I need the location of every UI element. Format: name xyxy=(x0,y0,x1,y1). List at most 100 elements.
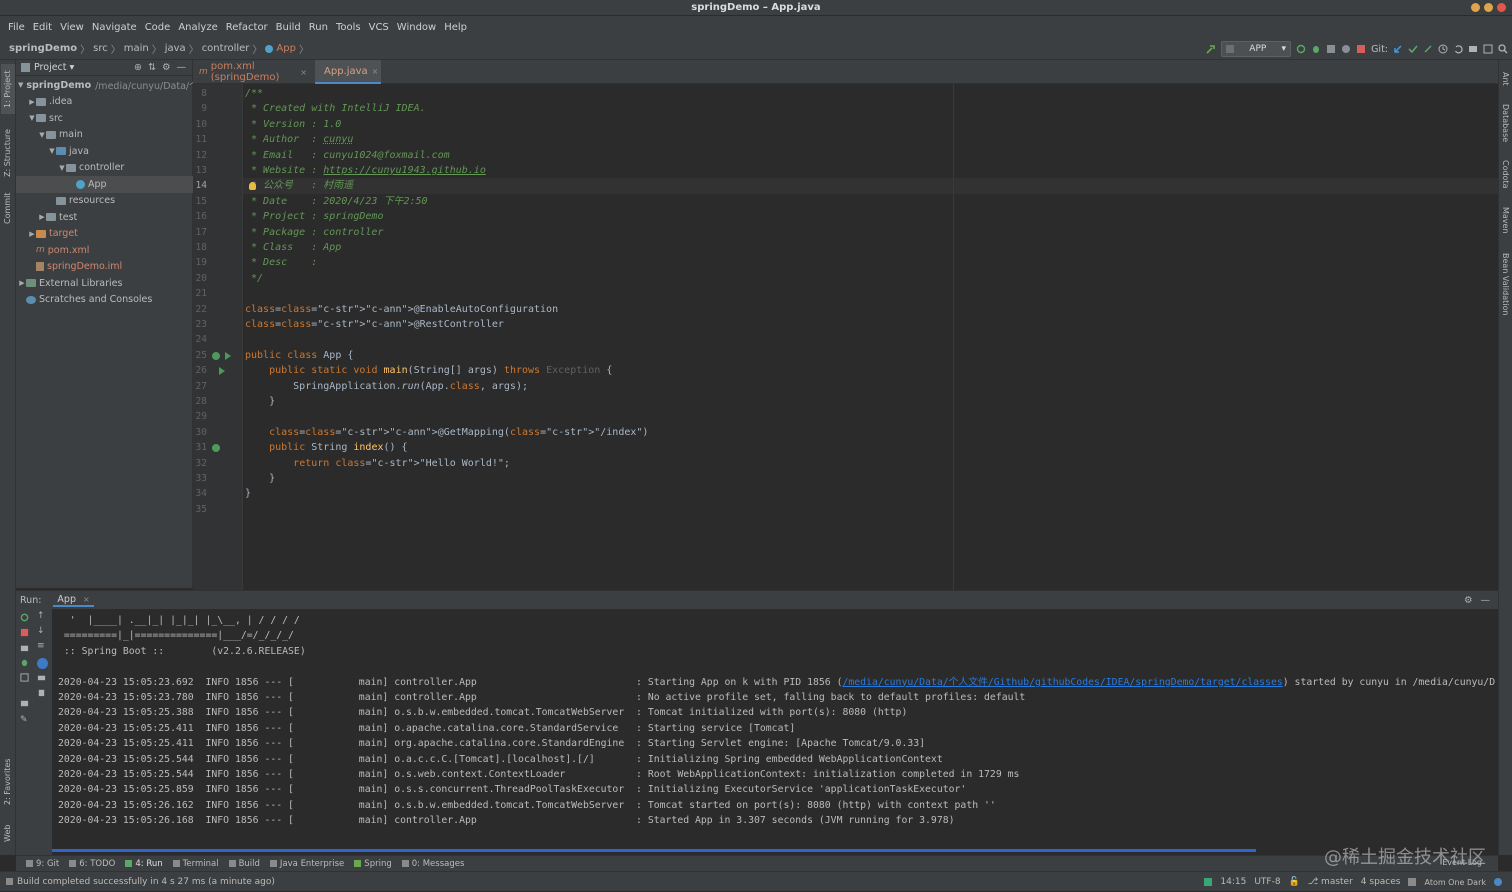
menu-run[interactable]: Run xyxy=(305,22,332,33)
collapsed-arrow-icon[interactable]: ▶ xyxy=(38,213,46,221)
theme-name[interactable]: Atom One Dark xyxy=(1424,878,1486,887)
gear-icon[interactable]: ⚙ xyxy=(162,62,171,73)
close-icon[interactable]: × xyxy=(372,67,379,76)
coverage-icon[interactable] xyxy=(1326,44,1336,54)
tab-messages[interactable]: 0: Messages xyxy=(401,859,464,869)
code-line[interactable]: } xyxy=(245,486,251,501)
code-line[interactable]: * 公众号 : 村雨遥 xyxy=(245,178,353,193)
tree-item-test[interactable]: ▶ test xyxy=(16,209,193,226)
project-structure-icon[interactable] xyxy=(1468,44,1478,54)
profile-icon[interactable] xyxy=(1341,44,1351,54)
code-line[interactable]: class=class="c-str">"c-ann">@GetMapping(… xyxy=(245,425,648,440)
intention-bulb-icon[interactable] xyxy=(249,182,256,191)
menu-vcs[interactable]: VCS xyxy=(365,22,393,33)
menu-window[interactable]: Window xyxy=(393,22,440,33)
code-line[interactable]: * Class : App xyxy=(245,240,341,255)
soft-wrap-icon[interactable]: ≡ xyxy=(37,641,46,651)
git-push-icon[interactable] xyxy=(1423,44,1433,54)
maven-tool-tab[interactable]: Maven xyxy=(1498,200,1512,240)
console-output[interactable]: ' |____| .__|_| |_|_| |_\__, | / / / / =… xyxy=(58,609,1498,839)
exit-icon[interactable] xyxy=(20,673,29,682)
stop-icon[interactable] xyxy=(20,628,29,637)
code-line[interactable]: public String index() { xyxy=(245,440,408,455)
close-icon[interactable]: × xyxy=(300,68,307,77)
favorites-tool-tab[interactable]: 2: Favorites xyxy=(1,752,15,812)
collapse-all-icon[interactable]: ⇅ xyxy=(148,62,156,73)
run-tab-app[interactable]: App × xyxy=(53,594,94,607)
print-icon[interactable] xyxy=(37,673,46,682)
code-line[interactable]: class=class="c-str">"c-ann">@EnableAutoC… xyxy=(245,302,558,317)
tree-item-springdemo[interactable]: ▼springDemo/media/cunyu/Data/个人 xyxy=(16,77,193,94)
close-button[interactable] xyxy=(1497,3,1506,12)
breadcrumb-app[interactable]: App xyxy=(276,43,296,54)
stop-icon[interactable] xyxy=(1356,44,1366,54)
build-hammer-icon[interactable] xyxy=(1206,44,1216,54)
arrow-up-icon[interactable]: ↑ xyxy=(37,611,46,621)
breadcrumb-src[interactable]: src xyxy=(93,43,108,54)
tree-item-controller[interactable]: ▼ controller xyxy=(16,160,193,177)
tree-item-external-libraries[interactable]: ▶ External Libraries xyxy=(16,275,193,292)
trash-icon[interactable] xyxy=(37,688,46,697)
tab-run[interactable]: 4: Run xyxy=(125,859,163,869)
expanded-arrow-icon[interactable]: ▼ xyxy=(58,164,66,172)
tree-item--idea[interactable]: ▶ .idea xyxy=(16,94,193,111)
codota-status-icon[interactable] xyxy=(1204,878,1213,886)
hide-icon[interactable]: — xyxy=(177,62,187,73)
minimize-button[interactable] xyxy=(1471,3,1480,12)
tree-item-resources[interactable]: resources xyxy=(16,193,193,210)
tab-java-enterprise[interactable]: Java Enterprise xyxy=(269,859,344,869)
locate-icon[interactable]: ⊕ xyxy=(134,62,142,73)
run-gutter-icon[interactable] xyxy=(225,351,231,360)
console-path-link[interactable]: /media/cunyu/Data/个人文件/Github/githubCode… xyxy=(842,677,1282,688)
code-line[interactable]: */ xyxy=(245,271,263,286)
debug-bug-icon[interactable] xyxy=(1311,44,1321,54)
menu-tools[interactable]: Tools xyxy=(332,22,365,33)
run-gutter-icon[interactable] xyxy=(219,367,225,376)
tab-app-java[interactable]: App.java × xyxy=(315,60,381,84)
code-line[interactable]: * Desc : xyxy=(245,255,317,270)
file-encoding[interactable]: UTF-8 xyxy=(1254,877,1280,887)
code-line[interactable]: * Version : 1.0 xyxy=(245,117,341,132)
tree-item-target[interactable]: ▶ target xyxy=(16,226,193,243)
history-clock-icon[interactable] xyxy=(1438,44,1448,54)
git-branch[interactable]: ⎇ master xyxy=(1308,877,1353,887)
menu-edit[interactable]: Edit xyxy=(29,22,56,33)
collapsed-arrow-icon[interactable]: ▶ xyxy=(28,98,36,106)
code-line[interactable]: class=class="c-str">"c-ann">@RestControl… xyxy=(245,317,504,332)
collapsed-arrow-icon[interactable]: ▶ xyxy=(28,230,36,238)
search-icon[interactable] xyxy=(1498,44,1508,54)
code-line[interactable]: public class App { xyxy=(245,348,353,363)
tree-item-src[interactable]: ▼ src xyxy=(16,110,193,127)
code-line[interactable]: public static void main(String[] args) t… xyxy=(245,363,612,378)
project-view-select[interactable]: Project xyxy=(34,62,67,73)
gear-icon[interactable]: ⚙ xyxy=(1464,595,1473,606)
menu-code[interactable]: Code xyxy=(141,22,175,33)
code-line[interactable]: } xyxy=(245,471,275,486)
indent-setting[interactable]: 4 spaces xyxy=(1361,877,1401,887)
code-line[interactable]: * Author : cunyu xyxy=(245,132,353,147)
scroll-to-end-icon[interactable] xyxy=(37,658,48,669)
tree-item-springdemo-iml[interactable]: springDemo.iml xyxy=(16,259,193,276)
git-commit-check-icon[interactable] xyxy=(1408,44,1418,54)
web-tool-tab[interactable]: Web xyxy=(1,818,15,848)
project-tool-tab[interactable]: 1: Project xyxy=(1,64,15,114)
commit-tool-tab[interactable]: Commit xyxy=(1,188,15,228)
status-message[interactable]: Build completed successfully in 4 s 27 m… xyxy=(17,877,275,887)
camera-icon[interactable] xyxy=(20,643,29,652)
chevron-down-icon[interactable]: ▾ xyxy=(70,62,75,73)
expanded-arrow-icon[interactable]: ▼ xyxy=(28,114,36,122)
ant-tool-tab[interactable]: Ant xyxy=(1498,64,1512,94)
tab-spring[interactable]: Spring xyxy=(354,859,392,869)
code-line[interactable]: /** xyxy=(245,86,263,101)
code-line[interactable]: } xyxy=(245,394,275,409)
breadcrumb-project[interactable]: springDemo xyxy=(9,43,77,54)
code-line[interactable]: return class="c-str">"Hello World!"; xyxy=(245,456,510,471)
status-bar-toggle-icon[interactable] xyxy=(6,878,13,885)
rollback-icon[interactable] xyxy=(1453,44,1463,54)
pin-icon[interactable]: ✎ xyxy=(20,715,29,725)
spring-bean-icon[interactable] xyxy=(212,351,220,360)
expanded-arrow-icon[interactable]: ▼ xyxy=(48,147,56,155)
close-icon[interactable]: × xyxy=(83,595,90,604)
tab-todo[interactable]: 6: TODO xyxy=(69,859,115,869)
collapsed-arrow-icon[interactable]: ▶ xyxy=(18,279,26,287)
